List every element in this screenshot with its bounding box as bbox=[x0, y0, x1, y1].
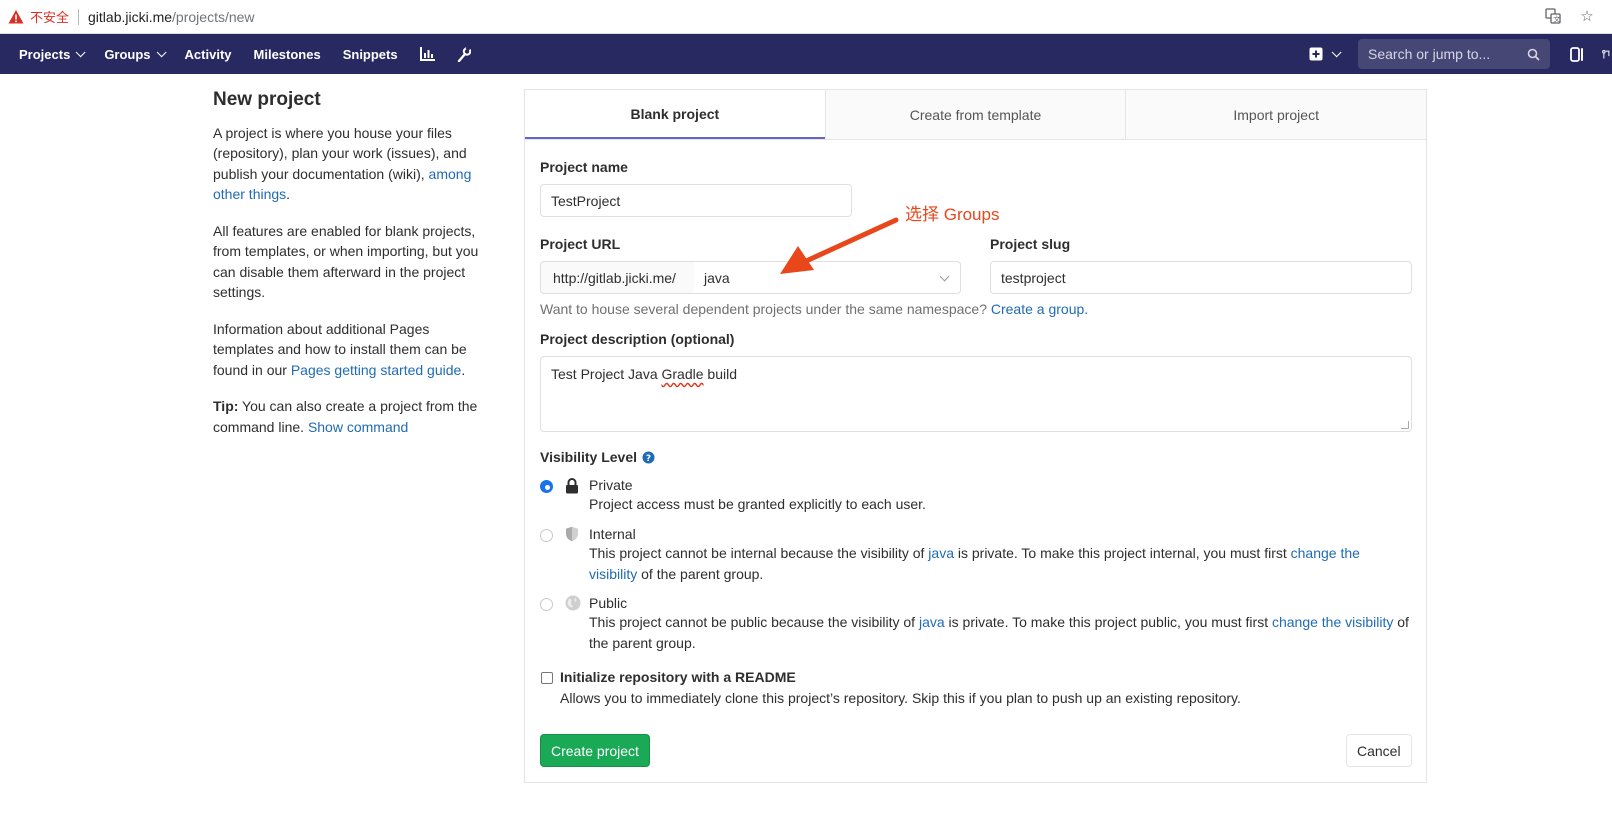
divider bbox=[78, 8, 80, 25]
private-title: Private bbox=[589, 477, 633, 493]
description-textarea[interactable]: Test Project Java Gradle build bbox=[540, 356, 1412, 432]
internal-desc-a: This project cannot be internal because … bbox=[589, 545, 929, 561]
svg-text:?: ? bbox=[646, 454, 651, 464]
readme-checkbox[interactable] bbox=[541, 672, 553, 684]
pages-end: . bbox=[461, 361, 466, 378]
chevron-down-icon bbox=[156, 46, 167, 57]
cancel-button[interactable]: Cancel bbox=[1346, 734, 1412, 767]
description-text-c: build bbox=[703, 366, 737, 382]
pages-guide-link[interactable]: Pages getting started guide bbox=[291, 362, 461, 378]
internal-title: Internal bbox=[589, 526, 636, 542]
readme-help: Allows you to immediately clone this pro… bbox=[560, 690, 1241, 706]
tip-paragraph: Tip: You can also create a project from … bbox=[213, 396, 493, 437]
nav-projects-label: Projects bbox=[19, 46, 71, 62]
question-circle-icon[interactable]: ? bbox=[642, 451, 655, 464]
tip-label: Tip: bbox=[213, 398, 239, 414]
nav-snippets[interactable]: Snippets bbox=[343, 47, 398, 62]
create-project-button[interactable]: Create project bbox=[540, 734, 650, 767]
features-paragraph: All features are enabled for blank proje… bbox=[213, 222, 479, 301]
top-navbar: Projects Groups Activity Milestones Snip… bbox=[0, 34, 1612, 74]
new-project-sidebar: New project A project is where you house… bbox=[213, 88, 493, 453]
visibility-heading: Visibility Level ? bbox=[540, 449, 655, 465]
description-text-b: Gradle bbox=[661, 366, 704, 382]
internal-java-link[interactable]: java bbox=[928, 545, 954, 561]
public-description: This project cannot be public because th… bbox=[589, 612, 1419, 653]
project-url-label: Project URL bbox=[540, 236, 621, 252]
nav-activity[interactable]: Activity bbox=[185, 47, 232, 62]
lock-icon bbox=[566, 478, 578, 494]
chevron-down-icon bbox=[939, 271, 950, 282]
project-url-prefix: http://gitlab.jicki.me/ bbox=[540, 261, 695, 294]
internal-desc-b: is private. To make this project interna… bbox=[953, 545, 1291, 561]
translate-icon[interactable]: 文 bbox=[1544, 8, 1562, 26]
public-desc-b: is private. To make this project public,… bbox=[944, 614, 1272, 630]
show-command-link[interactable]: Show command bbox=[308, 419, 408, 435]
annotation-text: 选择 Groups bbox=[905, 205, 1000, 224]
public-change-visibility-link[interactable]: change the visibility bbox=[1272, 614, 1393, 630]
insecure-label[interactable]: 不安全 bbox=[30, 7, 69, 26]
nav-milestones[interactable]: Milestones bbox=[254, 47, 321, 62]
annotation-arrow-icon bbox=[780, 217, 899, 274]
tab-create-from-template[interactable]: Create from template bbox=[824, 90, 1126, 139]
url-path: /projects/new bbox=[172, 8, 255, 25]
chevron-down-icon bbox=[1331, 46, 1342, 57]
public-java-link[interactable]: java bbox=[919, 614, 945, 630]
public-title: Public bbox=[589, 595, 628, 611]
chart-icon[interactable] bbox=[419, 47, 435, 61]
nav-groups-label: Groups bbox=[104, 46, 151, 62]
svg-text:文: 文 bbox=[1553, 15, 1560, 24]
create-group-link[interactable]: Create a group. bbox=[991, 301, 1088, 317]
visibility-label: Visibility Level bbox=[540, 449, 638, 465]
project-name-label: Project name bbox=[540, 159, 628, 175]
public-desc-a: This project cannot be public because th… bbox=[589, 614, 919, 630]
chevron-down-icon bbox=[75, 46, 86, 57]
plus-square-icon bbox=[1309, 47, 1323, 61]
merge-request-icon[interactable] bbox=[1602, 47, 1612, 62]
new-project-card: Blank project Create from template Impor… bbox=[524, 89, 1427, 783]
intro-end: . bbox=[286, 186, 291, 202]
namespace-value: java bbox=[704, 269, 730, 286]
namespace-help-text: Want to house several dependent projects… bbox=[540, 301, 987, 317]
internal-desc-c: of the parent group. bbox=[637, 565, 764, 582]
issues-icon[interactable] bbox=[1570, 46, 1584, 62]
search-icon bbox=[1527, 48, 1540, 61]
description-label: Project description (optional) bbox=[540, 331, 735, 347]
project-slug-input[interactable]: testproject bbox=[990, 261, 1412, 294]
browser-address-bar: 不安全 gitlab.jicki.me/projects/new 文 ☆ bbox=[0, 0, 1612, 34]
bookmark-star-icon[interactable]: ☆ bbox=[1578, 8, 1596, 26]
internal-description: This project cannot be internal because … bbox=[589, 543, 1409, 584]
description-text-a: Test Project Java bbox=[551, 366, 662, 382]
url-field[interactable]: gitlab.jicki.me/projects/new bbox=[88, 9, 255, 25]
warning-icon bbox=[8, 9, 24, 23]
project-tabs: Blank project Create from template Impor… bbox=[525, 90, 1427, 140]
nav-projects[interactable]: Projects bbox=[19, 46, 86, 62]
public-radio[interactable] bbox=[540, 598, 553, 611]
intro-paragraph: A project is where you house your files … bbox=[213, 123, 493, 205]
page-title: New project bbox=[213, 89, 321, 110]
project-slug-label: Project slug bbox=[990, 236, 1071, 252]
internal-radio[interactable] bbox=[540, 529, 553, 542]
globe-icon bbox=[565, 595, 581, 611]
tab-blank-project[interactable]: Blank project bbox=[525, 90, 825, 139]
private-radio[interactable] bbox=[540, 480, 553, 493]
private-description: Project access must be granted explicitl… bbox=[589, 496, 926, 512]
shield-icon bbox=[566, 526, 578, 542]
url-host: gitlab.jicki.me bbox=[88, 8, 173, 25]
readme-label[interactable]: Initialize repository with a README bbox=[560, 669, 796, 685]
namespace-help: Want to house several dependent projects… bbox=[540, 301, 1088, 317]
tab-import-project[interactable]: Import project bbox=[1125, 90, 1427, 139]
pages-paragraph: Information about additional Pages templ… bbox=[213, 319, 493, 381]
new-dropdown-button[interactable] bbox=[1309, 46, 1342, 61]
search-placeholder: Search or jump to... bbox=[1368, 46, 1491, 62]
wrench-icon[interactable] bbox=[457, 46, 471, 62]
nav-groups[interactable]: Groups bbox=[104, 46, 167, 62]
resize-handle-icon[interactable] bbox=[1401, 421, 1409, 429]
search-input[interactable]: Search or jump to... bbox=[1358, 39, 1550, 69]
